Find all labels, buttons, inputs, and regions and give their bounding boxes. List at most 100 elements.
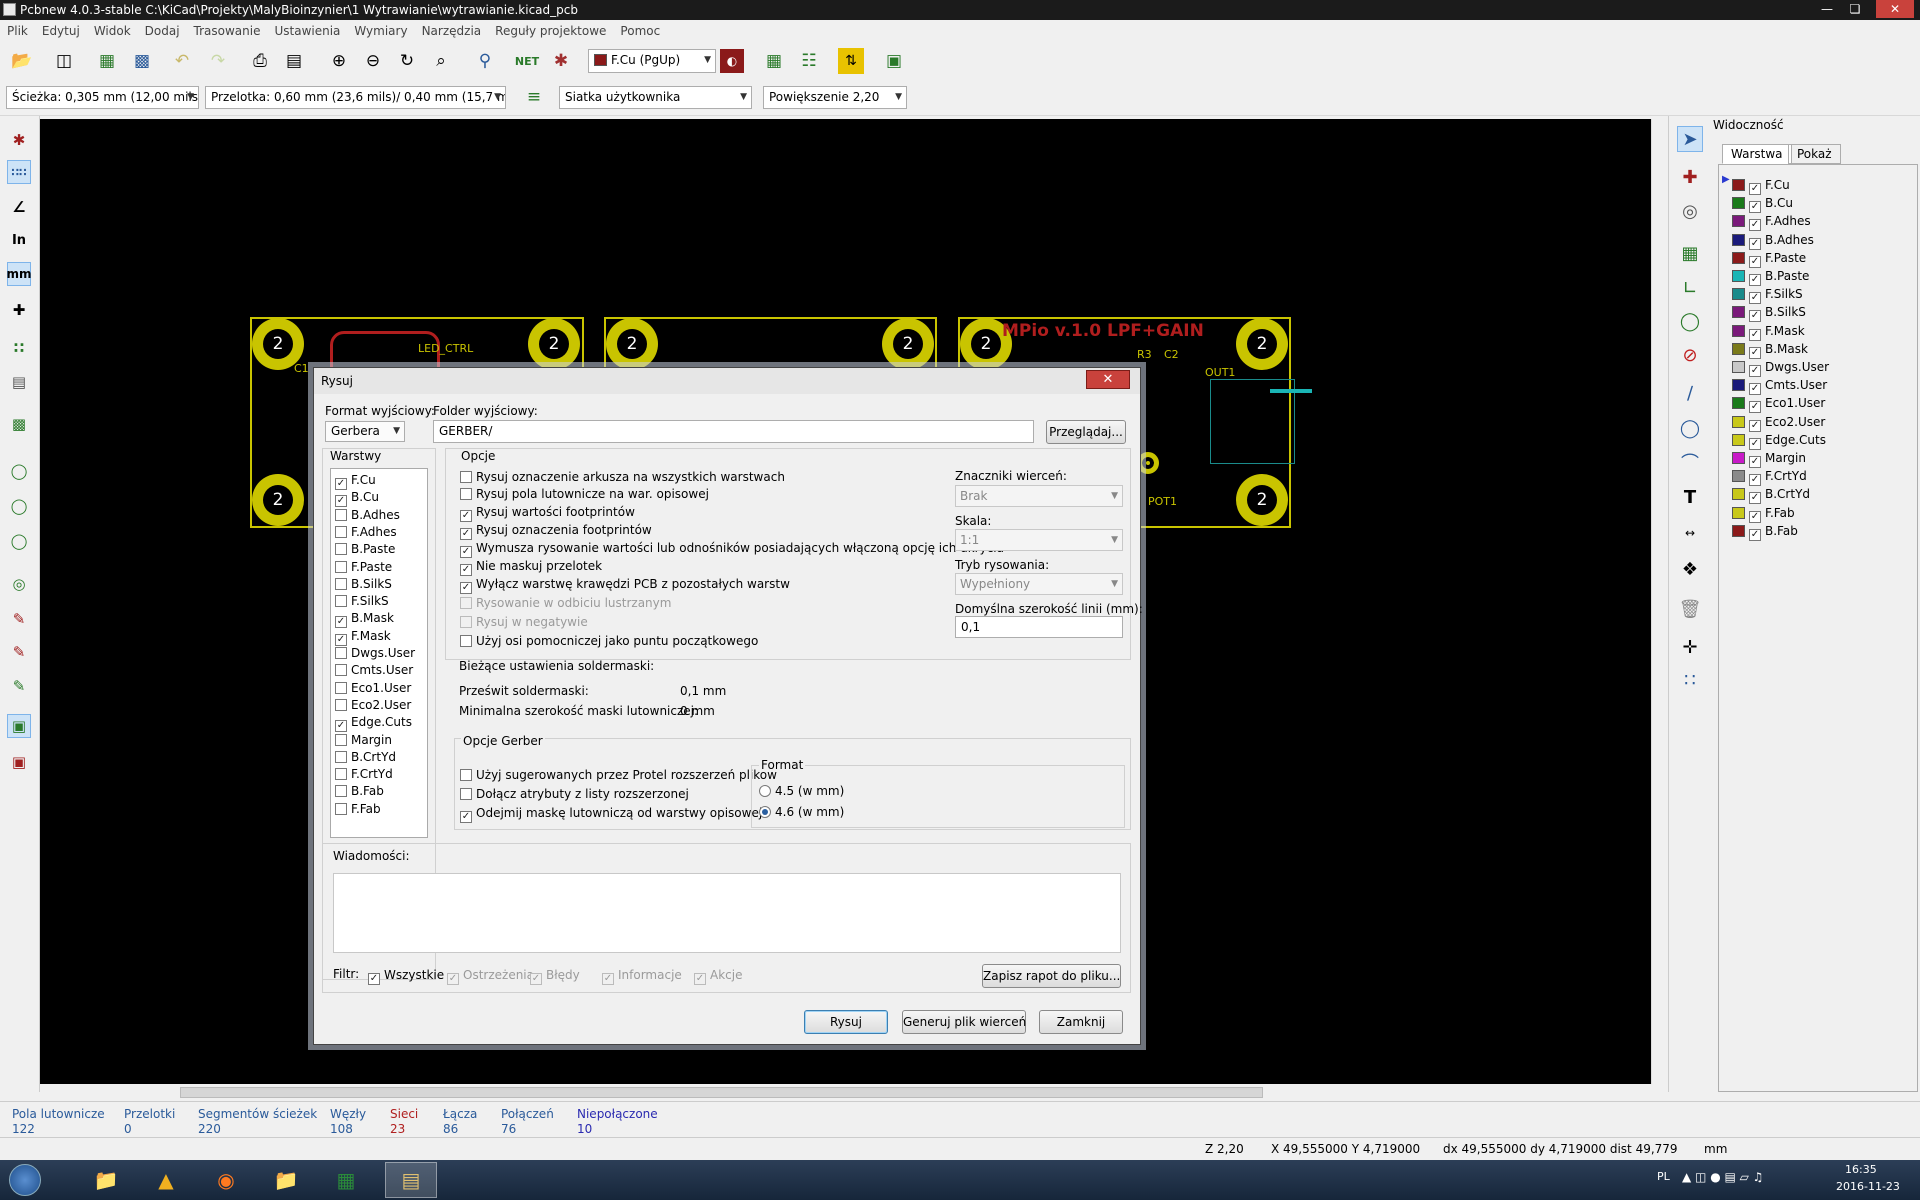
vias-sketch-icon[interactable]: ◯ (7, 494, 31, 518)
layer-row[interactable]: ✓ B.SilkS (1732, 303, 1806, 323)
menu-plik[interactable]: Plik (0, 20, 35, 42)
browse-button[interactable]: Przeglądaj... (1046, 420, 1126, 444)
layer-visible-checkbox[interactable]: ✓ (1749, 237, 1761, 250)
local-ratsnest-icon[interactable]: ◎ (1677, 198, 1703, 224)
layer-manager-icon[interactable]: ✎ (7, 607, 31, 631)
plot-layer-checkbox[interactable]: ✓ (335, 478, 347, 490)
option-checkbox[interactable] (460, 488, 472, 500)
contrast-icon[interactable]: ✎ (7, 674, 31, 698)
plot-layer-item[interactable]: B.Paste (335, 541, 395, 558)
gerber-option[interactable]: Dołącz atrybuty z listy rozszerzonej (460, 786, 689, 803)
layer-color-swatch[interactable] (1732, 233, 1745, 246)
messages-box[interactable] (333, 873, 1121, 953)
folder-icon[interactable]: 📁 (260, 1162, 312, 1198)
menu-trasowanie[interactable]: Trasowanie (187, 20, 268, 42)
close-button[interactable]: Zamknij (1039, 1010, 1123, 1034)
layer-visible-checkbox[interactable]: ✓ (1749, 437, 1761, 450)
plot-layer-checkbox[interactable]: ✓ (335, 633, 347, 646)
plot-layer-checkbox[interactable]: ✓ (335, 720, 347, 733)
layer-visible-checkbox[interactable]: ✓ (1749, 383, 1761, 396)
layer-visible-checkbox[interactable]: ✓ (1749, 310, 1761, 323)
zone-fill-icon[interactable]: ▩ (7, 412, 31, 436)
layer-row[interactable]: ✓ F.Paste (1732, 249, 1806, 268)
layer-color-swatch[interactable] (1732, 215, 1745, 228)
format-45-radio[interactable]: 4.5 (w mm) (759, 783, 844, 800)
plot-layer-checkbox[interactable] (335, 525, 347, 538)
add-target-icon[interactable]: ❖ (1677, 556, 1703, 582)
plot-layer-item[interactable]: ✓ F.Cu (335, 472, 376, 490)
tool-icon[interactable]: ▲ (140, 1162, 192, 1198)
high-contrast-icon[interactable]: ◎ (7, 572, 31, 596)
close-window-button[interactable]: ✕ (1876, 0, 1914, 18)
horizontal-scrollbar[interactable] (40, 1084, 1668, 1101)
plot-layer-checkbox[interactable] (335, 595, 347, 608)
tab-layers[interactable]: Warstwa (1722, 144, 1792, 164)
language-indicator[interactable]: PL (1657, 1170, 1670, 1183)
excel-icon[interactable]: ▦ (320, 1162, 372, 1198)
zoom-fit-icon[interactable]: ⌕ (427, 47, 455, 75)
add-text-icon[interactable]: T (1677, 484, 1703, 510)
layer-row[interactable]: ✓ B.CrtYd (1732, 485, 1810, 505)
format-select[interactable]: Gerbera ▼ (325, 421, 405, 442)
route-track-icon[interactable]: ∟ (1677, 275, 1703, 301)
show-layers-icon[interactable]: ▣ (7, 750, 31, 774)
drc-icon[interactable]: ✱ (547, 47, 575, 75)
gerber-option-checkbox[interactable]: ✓ (460, 811, 472, 823)
plot-layer-item[interactable]: B.Adhes (335, 507, 400, 524)
layer-color-swatch[interactable] (1732, 433, 1745, 446)
gerber-option-checkbox[interactable] (460, 788, 472, 800)
polar-coords-icon[interactable]: ∠ (7, 195, 31, 219)
layer-row[interactable]: ✓ Dwgs.User (1732, 358, 1829, 377)
layer-pair-icon[interactable]: ◐ (720, 49, 744, 73)
layer-row[interactable]: ✓ B.Adhes (1732, 231, 1814, 250)
plot-layer-checkbox[interactable] (335, 664, 347, 677)
layer-color-swatch[interactable] (1732, 379, 1745, 392)
plot-layer-checkbox[interactable] (335, 577, 347, 590)
layer-row[interactable]: ✓ F.Mask (1732, 322, 1805, 341)
layer-color-swatch[interactable] (1732, 506, 1745, 519)
option-checkbox[interactable]: ✓ (460, 510, 472, 522)
drill-origin-icon[interactable]: ✛ (1677, 634, 1703, 660)
select-arrow-icon[interactable]: ➤ (1677, 126, 1703, 152)
ratsnest-icon[interactable]: ∷ (7, 336, 31, 360)
layer-row[interactable]: ✓ F.Cu (1732, 176, 1790, 195)
find-icon[interactable]: ⚲ (471, 47, 499, 75)
plot-layer-checkbox[interactable] (335, 560, 347, 573)
redraw-icon[interactable]: ↻ (393, 47, 421, 75)
scroll-thumb[interactable] (180, 1087, 1263, 1098)
layer-row[interactable]: ✓ F.Fab (1732, 504, 1795, 523)
restore-button[interactable]: ❏ (1843, 0, 1867, 18)
layer-row[interactable]: ✓ Eco1.User (1732, 394, 1825, 414)
layer-color-swatch[interactable] (1732, 179, 1745, 191)
plot-layer-checkbox[interactable] (335, 543, 347, 556)
option-checkbox[interactable]: ✓ (460, 582, 472, 594)
start-button[interactable] (0, 1162, 50, 1198)
plot-button[interactable]: Rysuj (804, 1010, 888, 1034)
menu-widok[interactable]: Widok (87, 20, 138, 42)
menu-wymiary[interactable]: Wymiary (347, 20, 414, 42)
layer-visible-checkbox[interactable]: ✓ (1749, 219, 1761, 232)
plot-layer-item[interactable]: Dwgs.User (335, 645, 415, 662)
plot-option[interactable]: ✓ Wymusza rysowanie wartości lub odnośnik… (460, 540, 1004, 558)
layer-visible-checkbox[interactable]: ✓ (1749, 183, 1761, 195)
cursor-shape-icon[interactable]: ✚ (7, 298, 31, 322)
plot-layer-checkbox[interactable] (335, 733, 347, 746)
zoom-in-icon[interactable]: ⊕ (325, 47, 353, 75)
layer-color-swatch[interactable] (1732, 270, 1745, 282)
plot-layer-item[interactable]: ✓ F.Mask (335, 628, 391, 646)
layer-row[interactable]: ✓ B.Paste (1732, 267, 1809, 286)
plot-layer-item[interactable]: Eco1.User (335, 680, 411, 697)
plot-layer-checkbox[interactable] (335, 802, 347, 815)
option-checkbox[interactable]: ✓ (460, 528, 472, 540)
undo-icon[interactable]: ↶ (168, 47, 196, 75)
menu-pomoc[interactable]: Pomoc (613, 20, 667, 42)
plot-layer-checkbox[interactable] (335, 750, 347, 763)
layer-row[interactable]: ✓ Margin (1732, 449, 1806, 468)
add-circle-icon[interactable]: ◯ (1677, 415, 1703, 441)
layer-color-swatch[interactable] (1732, 251, 1745, 264)
gerber-option[interactable]: Użyj sugerowanych przez Protel rozszerze… (460, 767, 777, 784)
plot-layer-item[interactable]: Cmts.User (335, 662, 413, 679)
add-line-icon[interactable]: ∕ (1677, 380, 1703, 406)
option-checkbox[interactable] (460, 635, 472, 647)
clock-date[interactable]: 2016-11-23 (1836, 1180, 1900, 1193)
